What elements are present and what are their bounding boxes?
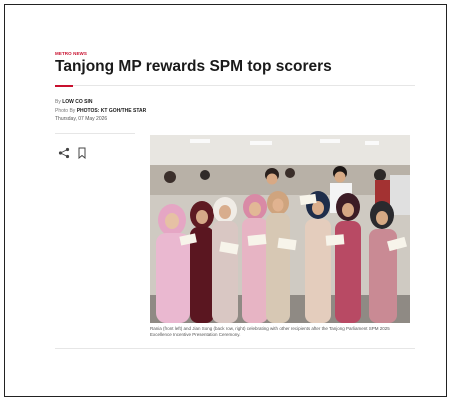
headline: Tanjong MP rewards SPM top scorers <box>55 58 332 75</box>
photo-illustration <box>150 135 410 323</box>
meta-divider <box>55 133 135 134</box>
photo-credit-name: PHOTOS: KT GOH/THE STAR <box>76 108 147 114</box>
author-link[interactable]: LOW CO SIN <box>62 99 92 105</box>
publish-date: Thursday, 07 May 2026 <box>55 116 108 122</box>
photo-credit-prefix: Photo By <box>55 108 77 114</box>
section-tag[interactable]: METRO NEWS <box>55 51 87 56</box>
headline-divider <box>55 85 415 86</box>
byline: By LOW CO SIN <box>55 99 93 105</box>
share-icon[interactable] <box>58 147 70 159</box>
article-photo[interactable] <box>150 135 410 323</box>
browser-frame: METRO NEWS Tanjong MP rewards SPM top sc… <box>4 4 447 397</box>
bookmark-icon[interactable] <box>77 147 87 159</box>
headline-accent-bar <box>55 85 73 87</box>
bottom-divider <box>55 348 415 349</box>
photo-caption: Rania (front left) and Jian Song (back r… <box>150 326 390 337</box>
photo-credit: Photo By PHOTOS: KT GOH/THE STAR <box>55 108 146 114</box>
